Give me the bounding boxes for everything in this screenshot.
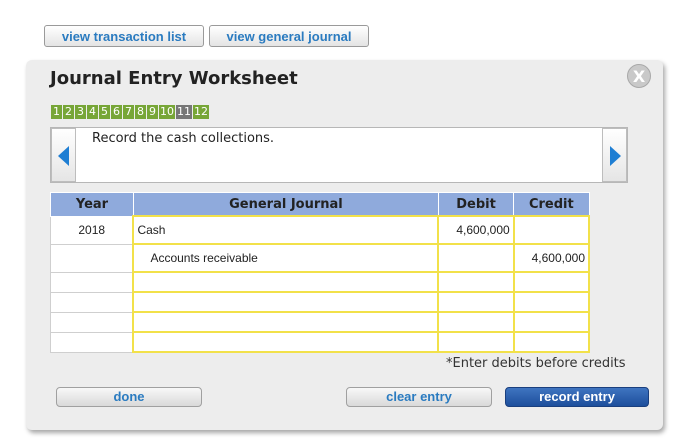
credit-cell[interactable] [512, 291, 591, 313]
account-cell[interactable] [132, 271, 440, 293]
step-12[interactable]: 12 [193, 105, 209, 119]
credit-cell[interactable] [512, 215, 591, 245]
debit-cell[interactable] [437, 331, 515, 353]
debit-cell[interactable] [437, 291, 515, 313]
arrow-left-icon [58, 146, 69, 166]
step-10[interactable]: 10 [159, 105, 175, 119]
panel-title: Journal Entry Worksheet [50, 68, 298, 89]
debit-cell[interactable] [437, 311, 515, 333]
journal-table-wrap: Year General Journal Debit Credit 2018 C… [50, 191, 612, 353]
arrow-right-icon [610, 146, 621, 166]
account-cell[interactable] [132, 291, 440, 313]
debit-cell[interactable] [437, 271, 515, 293]
table-row [50, 271, 591, 293]
year-cell[interactable] [50, 243, 134, 273]
table-row: 2018 Cash 4,600,000 [50, 215, 591, 245]
journal-entry-panel: Journal Entry Worksheet X 1 2 3 4 5 6 7 … [26, 60, 663, 430]
description-text: Record the cash collections. [92, 131, 275, 146]
record-entry-button[interactable]: record entry [505, 387, 649, 407]
close-icon[interactable]: X [627, 64, 651, 88]
header-general-journal: General Journal [132, 192, 439, 217]
step-9[interactable]: 9 [147, 105, 158, 119]
account-cell[interactable] [132, 331, 440, 353]
header-credit: Credit [513, 192, 590, 217]
done-button[interactable]: done [56, 387, 202, 407]
step-2[interactable]: 2 [63, 105, 74, 119]
credit-cell[interactable] [512, 331, 591, 353]
header-year: Year [50, 192, 134, 217]
account-cell[interactable] [132, 311, 440, 333]
table-row [50, 331, 591, 353]
step-6[interactable]: 6 [111, 105, 122, 119]
description-box: Record the cash collections. [50, 127, 628, 183]
step-3[interactable]: 3 [75, 105, 86, 119]
entry-note: *Enter debits before credits [446, 356, 626, 371]
previous-button[interactable] [51, 128, 76, 182]
step-navigator: 1 2 3 4 5 6 7 8 9 10 11 12 [51, 105, 209, 119]
journal-table: Year General Journal Debit Credit 2018 C… [50, 192, 591, 353]
table-row [50, 311, 591, 333]
table-row [50, 291, 591, 313]
account-cell[interactable]: Cash [132, 215, 440, 245]
clear-entry-button[interactable]: clear entry [346, 387, 492, 407]
credit-cell[interactable]: 4,600,000 [512, 243, 591, 273]
year-cell[interactable] [50, 331, 134, 353]
table-row: Accounts receivable 4,600,000 [50, 243, 591, 273]
year-cell[interactable] [50, 311, 134, 333]
step-5[interactable]: 5 [99, 105, 110, 119]
view-general-journal-button[interactable]: view general journal [209, 25, 369, 47]
step-11[interactable]: 11 [176, 105, 192, 119]
view-transaction-list-button[interactable]: view transaction list [44, 25, 204, 47]
step-1[interactable]: 1 [51, 105, 62, 119]
account-cell[interactable]: Accounts receivable [132, 243, 440, 273]
step-4[interactable]: 4 [87, 105, 98, 119]
credit-cell[interactable] [512, 271, 591, 293]
credit-cell[interactable] [512, 311, 591, 333]
year-cell[interactable] [50, 291, 134, 313]
debit-cell[interactable]: 4,600,000 [437, 215, 515, 245]
year-cell[interactable] [50, 271, 134, 293]
next-button[interactable] [602, 128, 627, 182]
year-cell[interactable]: 2018 [50, 215, 134, 245]
step-7[interactable]: 7 [123, 105, 134, 119]
debit-cell[interactable] [437, 243, 515, 273]
step-8[interactable]: 8 [135, 105, 146, 119]
header-debit: Debit [437, 192, 515, 217]
